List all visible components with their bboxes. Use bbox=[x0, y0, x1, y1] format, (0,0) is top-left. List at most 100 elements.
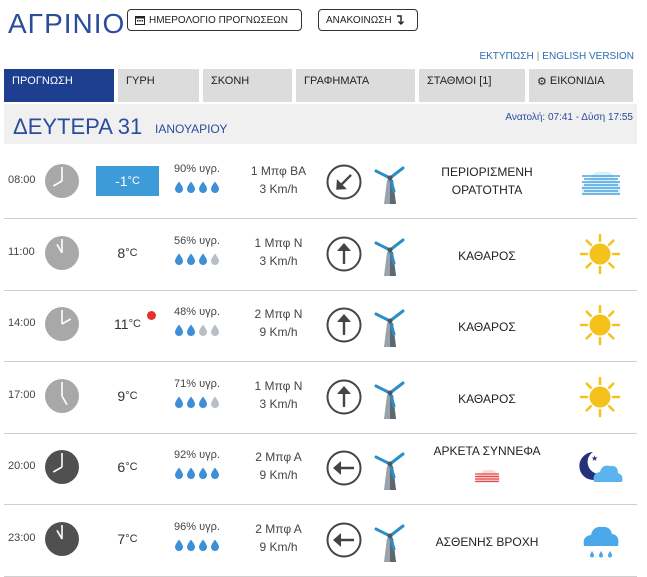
temperature-value: 7 bbox=[117, 530, 126, 547]
forecast-time: 20:00 bbox=[8, 460, 36, 472]
humidity-drop-icon bbox=[174, 466, 184, 484]
clock-icon bbox=[44, 378, 80, 414]
humidity-value: 48% υγρ. bbox=[174, 306, 220, 318]
condition-text: ΚΑΘΑΡΟΣ bbox=[422, 247, 552, 265]
humidity-drop-icon bbox=[198, 252, 208, 270]
wind-turbine-icon bbox=[372, 232, 408, 278]
announcement-button-label: ΑΝΑΚΟΙΝΩΣΗ bbox=[326, 14, 392, 26]
humidity-drop-icon bbox=[186, 252, 196, 270]
humidity-drop-icon bbox=[198, 323, 208, 341]
humidity-drop-icon bbox=[210, 466, 220, 484]
condition-text: ΚΑΘΑΡΟΣ bbox=[422, 390, 552, 408]
forecast-time: 17:00 bbox=[8, 388, 36, 401]
temperature: 8 °C bbox=[96, 238, 159, 268]
main-tabs: ΠΡΟΓΝΩΣΗ ΓΥΡΗ ΣΚΟΝΗ ΓΡΑΦΗΜΑΤΑ ΣΤΑΘΜΟΙ [1… bbox=[4, 69, 637, 102]
wind-speed: 9 Km/h bbox=[259, 539, 298, 554]
wind-speed: 9 Km/h bbox=[259, 325, 298, 339]
clock-icon bbox=[44, 235, 80, 271]
top-links: ΕΚΤΥΠΩΣΗ | ENGLISH VERSION bbox=[479, 51, 634, 62]
temperature-value: -1 bbox=[115, 173, 128, 189]
wind-direction-icon bbox=[326, 379, 362, 415]
forecast-time: 14:00 bbox=[8, 317, 36, 329]
humidity-drops bbox=[174, 395, 220, 413]
day-header: ΔΕΥΤΕΡΑ 31 ΙΑΝΟΥΑΡΙΟΥ Ανατολή: 07:41 - Δ… bbox=[4, 104, 637, 144]
forecast-time: 08:00 bbox=[8, 174, 36, 186]
humidity-drop-icon bbox=[210, 252, 220, 270]
wind-direction-icon bbox=[326, 236, 362, 272]
condition-text: ΠΕΡΙΟΡΙΣΜΕΝΗ ΟΡΑΤΟΤΗΤΑ bbox=[422, 163, 552, 199]
forecast-calendar-button[interactable]: ΗΜΕΡΟΛΟΓΙΟ ΠΡΟΓΝΩΣΕΩΝ bbox=[127, 9, 302, 31]
humidity-drop-icon bbox=[198, 466, 208, 484]
tab-forecast[interactable]: ΠΡΟΓΝΩΣΗ bbox=[4, 69, 114, 102]
clock-icon bbox=[44, 306, 80, 342]
humidity-drop-icon bbox=[198, 180, 208, 198]
temperature-unit: °C bbox=[127, 175, 140, 187]
humidity-drop-icon bbox=[174, 252, 184, 270]
wind-direction-icon bbox=[326, 164, 362, 200]
humidity-drop-icon bbox=[210, 180, 220, 198]
temperature-unit: °C bbox=[125, 389, 138, 402]
humidity-drop-icon bbox=[210, 538, 220, 556]
condition-line: ΚΑΘΑΡΟΣ bbox=[458, 391, 516, 406]
humidity-drop-icon bbox=[210, 323, 220, 341]
sun-icon bbox=[576, 303, 624, 347]
condition-text: ΑΣΘΕΝΗΣ ΒΡΟΧΗ bbox=[422, 533, 552, 551]
table-row: 14:00 11 °C 48% υγρ. 2 Μπφ Ν 9 Km/h ΚΑΘΑΡΟΣ bbox=[4, 291, 637, 362]
humidity-drop-icon bbox=[174, 323, 184, 341]
sun-icon bbox=[576, 232, 624, 276]
day-month: ΙΑΝΟΥΑΡΙΟΥ bbox=[155, 122, 228, 136]
forecast-time: 11:00 bbox=[8, 245, 35, 258]
wind-turbine-icon bbox=[372, 160, 408, 206]
day-name: ΔΕΥΤΕΡΑ 31 bbox=[13, 114, 143, 139]
temperature: 7 °C bbox=[96, 524, 159, 554]
calendar-icon bbox=[135, 16, 145, 25]
tab-dust[interactable]: ΣΚΟΝΗ bbox=[203, 69, 292, 102]
announcement-button[interactable]: ΑΝΑΚΟΙΝΩΣΗ bbox=[318, 9, 418, 31]
wind-beaufort: 2 Μπφ Ν bbox=[254, 307, 303, 321]
temperature-unit: °C bbox=[128, 318, 141, 330]
gear-icon: ⚙ bbox=[537, 76, 547, 88]
clock-icon bbox=[44, 163, 80, 199]
wind-speed: 3 Km/h bbox=[259, 396, 298, 411]
temperature: 6 °C bbox=[96, 452, 159, 482]
humidity-drop-icon bbox=[186, 323, 196, 341]
wind-speed: 9 Km/h bbox=[259, 468, 298, 482]
condition-line: ΑΣΘΕΝΗΣ ΒΡΟΧΗ bbox=[435, 534, 539, 549]
table-row: 17:00 9 °C 71% υγρ. 1 Μπφ Ν 3 Km/h ΚΑΘΑΡΟΣ bbox=[4, 363, 637, 434]
svg-text:★: ★ bbox=[591, 454, 598, 463]
table-row: 23:00 7 °C 96% υγρ. 2 Μπφ Α 9 Km/h ΑΣΘΕΝΗΣ ΒΡΟ… bbox=[4, 506, 637, 577]
wind-direction-icon bbox=[326, 522, 362, 558]
temperature-value: 6 bbox=[117, 459, 126, 475]
fog-icon bbox=[576, 160, 624, 204]
humidity-value: 90% υγρ. bbox=[174, 163, 220, 175]
temperature: -1 °C bbox=[96, 166, 159, 196]
wind-turbine-icon bbox=[372, 375, 408, 421]
humidity-drop-icon bbox=[174, 180, 184, 198]
humidity-drop-icon bbox=[198, 395, 208, 413]
print-link[interactable]: ΕΚΤΥΠΩΣΗ bbox=[479, 51, 533, 62]
tab-icons[interactable]: ⚙ ΕΙΚΟΝΙΔΙΑ bbox=[529, 69, 633, 102]
wind-direction-icon bbox=[326, 307, 362, 343]
forecast-time: 23:00 bbox=[8, 531, 36, 544]
humidity-drop-icon bbox=[186, 466, 196, 484]
humidity-drop-icon bbox=[210, 395, 220, 413]
condition-line: ΚΑΘΑΡΟΣ bbox=[458, 320, 516, 334]
tab-stations[interactable]: ΣΤΑΘΜΟΙ [1] bbox=[419, 69, 525, 102]
tab-pollen[interactable]: ΓΥΡΗ bbox=[118, 69, 199, 102]
wind-turbine-icon bbox=[372, 518, 408, 564]
link-separator: | bbox=[536, 51, 540, 62]
wind-beaufort: 2 Μπφ Α bbox=[255, 521, 302, 536]
tab-charts[interactable]: ΓΡΑΦΗΜΑΤΑ bbox=[296, 69, 415, 102]
condition-line: ΑΡΚΕΤΑ ΣΥΝΝΕΦΑ bbox=[433, 444, 541, 458]
english-version-link[interactable]: ENGLISH VERSION bbox=[542, 51, 634, 62]
temperature-value: 9 bbox=[117, 387, 126, 404]
tab-icons-label: ΕΙΚΟΝΙΔΙΑ bbox=[549, 75, 605, 87]
humidity-value: 96% υγρ. bbox=[174, 520, 220, 533]
humidity-value: 56% υγρ. bbox=[174, 234, 220, 247]
temperature-value: 11 bbox=[114, 316, 129, 332]
humidity-drop-icon bbox=[186, 395, 196, 413]
temperature-unit: °C bbox=[125, 532, 138, 545]
table-row: 11:00 8 °C 56% υγρ. 1 Μπφ Ν 3 Km/h ΚΑΘΑΡΟΣ bbox=[4, 220, 637, 291]
arrow-turn-down-icon bbox=[396, 15, 404, 25]
page-header: ΑΓΡΙΝΙΟ ΗΜΕΡΟΛΟΓΙΟ ΠΡΟΓΝΩΣΕΩΝ ΑΝΑΚΟΙΝΩΣΗ… bbox=[0, 0, 647, 62]
